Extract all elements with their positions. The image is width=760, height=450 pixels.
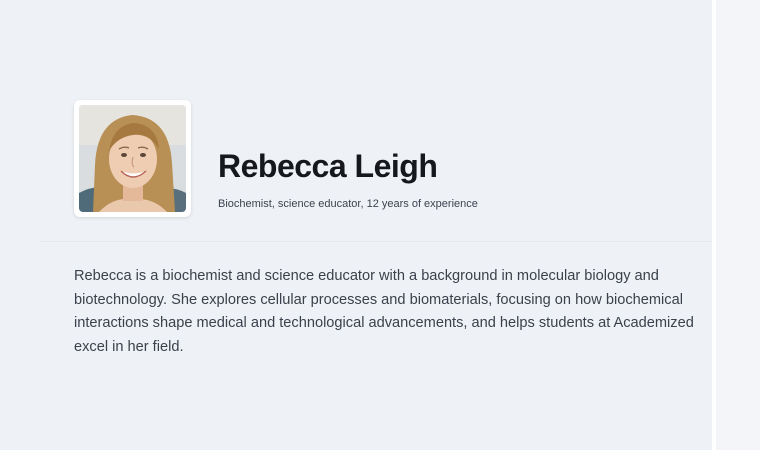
profile-subtitle: Biochemist, science educator, 12 years o… [218,198,478,210]
avatar [74,100,191,217]
side-pane [716,0,760,450]
profile-header: Rebecca Leigh Biochemist, science educat… [74,100,714,220]
profile-name: Rebecca Leigh [218,148,438,184]
profile-bio: Rebecca is a biochemist and science educ… [74,268,694,355]
divider [40,241,712,242]
person-photo-icon [79,105,186,212]
profile-page: Rebecca Leigh Biochemist, science educat… [0,0,760,450]
